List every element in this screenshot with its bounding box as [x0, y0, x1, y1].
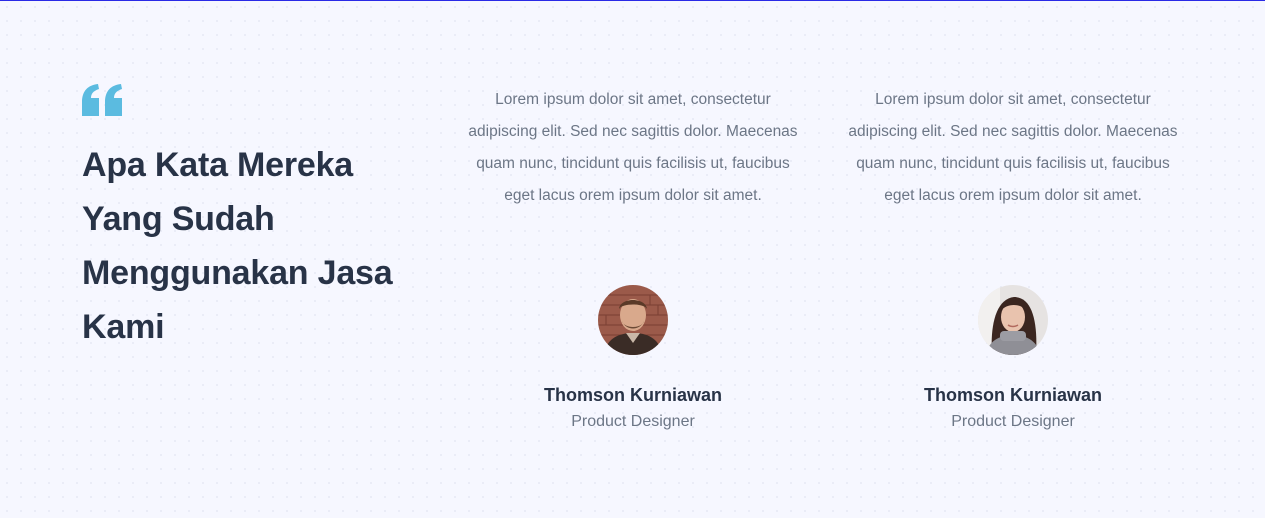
avatar	[598, 285, 668, 355]
testimonial-text: Lorem ipsum dolor sit amet, consectetur …	[468, 91, 798, 204]
testimonial-card: Lorem ipsum dolor sit amet, consectetur …	[848, 84, 1178, 433]
testimonial-name: Thomson Kurniawan	[543, 385, 722, 405]
testimonial-text: Lorem ipsum dolor sit amet, consectetur …	[848, 91, 1178, 204]
testimonial-role: Product Designer	[571, 413, 695, 430]
quote-icon	[80, 83, 126, 117]
section-heading: Apa Kata Mereka Yang Sudah Menggunakan J…	[82, 146, 393, 346]
testimonial-name: Thomson Kurniawan	[923, 385, 1102, 405]
testimonial-card: Lorem ipsum dolor sit amet, consectetur …	[468, 84, 798, 433]
testimonial-role: Product Designer	[951, 413, 1075, 430]
avatar	[978, 285, 1048, 355]
top-border-line	[0, 0, 1265, 1]
